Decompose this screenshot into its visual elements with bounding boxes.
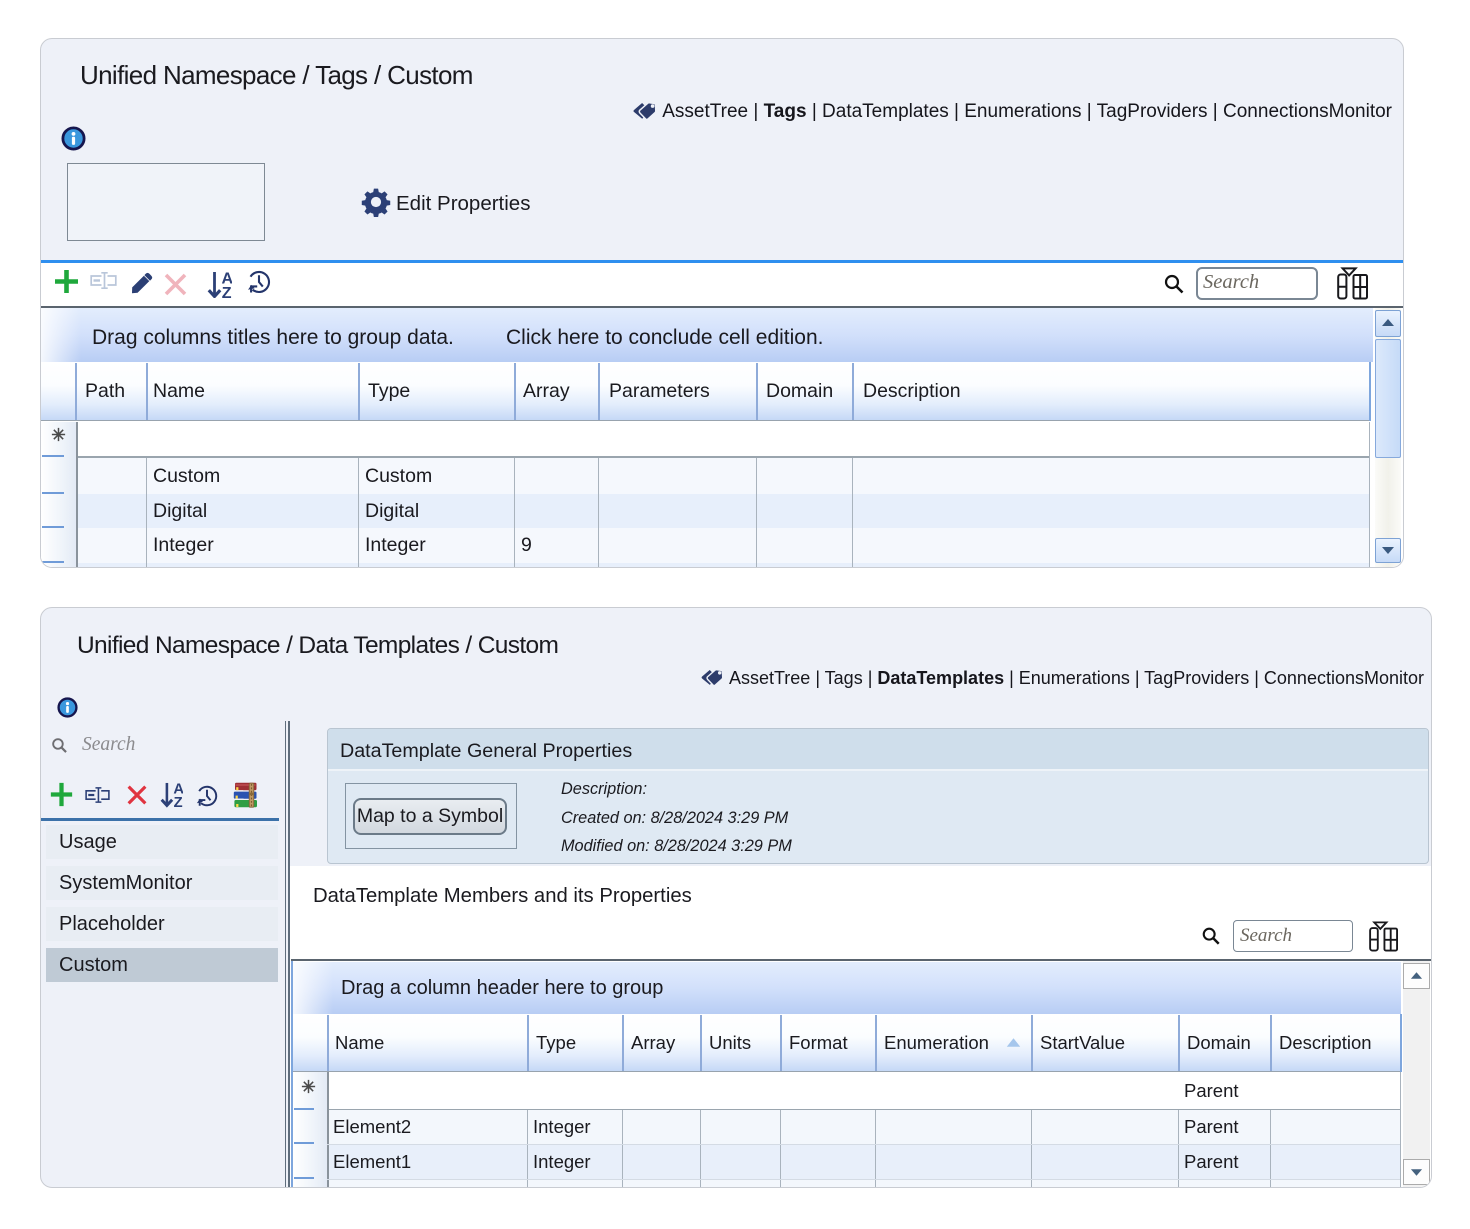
svg-text:Z: Z <box>174 795 183 808</box>
svg-text:Z: Z <box>222 285 232 298</box>
